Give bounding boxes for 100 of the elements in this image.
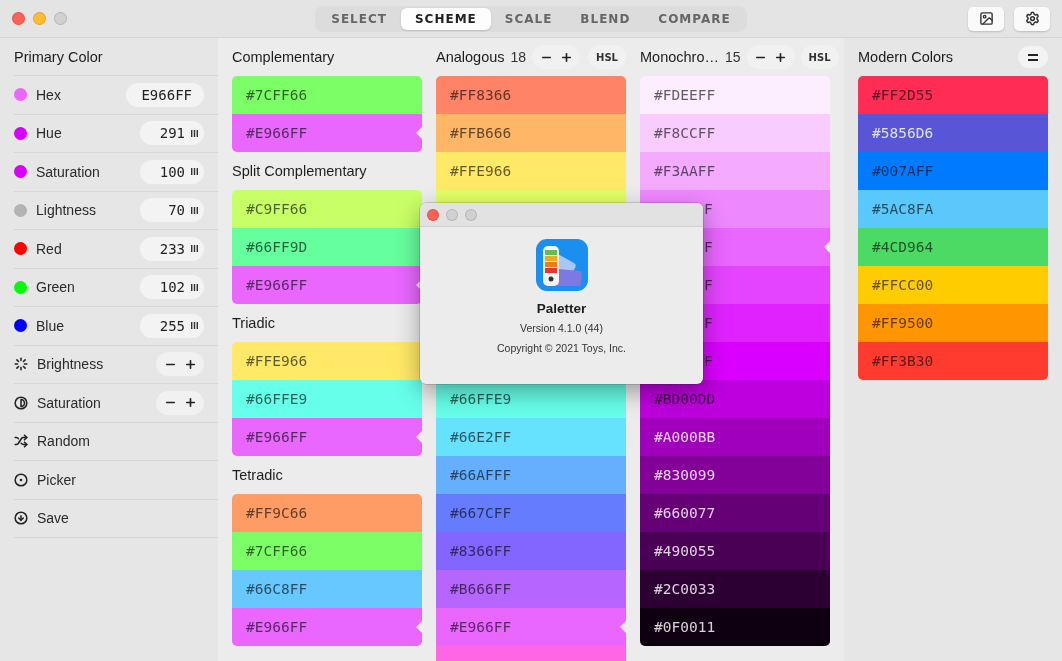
close-button[interactable]	[427, 208, 439, 221]
color-swatch[interactable]: #5AC8FA	[858, 190, 1048, 228]
color-swatch[interactable]: #E966FF	[436, 608, 626, 646]
row-label: Blue	[36, 317, 66, 334]
color-swatch[interactable]: #FFB666	[436, 114, 626, 152]
grip-icon[interactable]	[191, 129, 198, 137]
color-swatch[interactable]: #660077	[640, 494, 830, 532]
color-swatch[interactable]: #4CD964	[858, 228, 1048, 266]
value-field[interactable]: 233	[140, 236, 204, 261]
grip-icon[interactable]	[191, 245, 198, 253]
value-field[interactable]: 255	[140, 313, 204, 338]
mode-button[interactable]: HSL	[800, 45, 839, 69]
row-label[interactable]: Random	[37, 433, 218, 450]
row-label: Brightness	[37, 356, 105, 373]
scheme-title: Monochro…	[640, 49, 719, 65]
panel-title: Modern Colors	[858, 49, 954, 65]
value-field[interactable]: E966FF	[126, 82, 204, 107]
color-swatch[interactable]: #7CFF66	[232, 76, 422, 114]
color-swatch[interactable]: #FF8366	[436, 76, 626, 114]
mode-button[interactable]: HSL	[588, 45, 626, 69]
color-swatch[interactable]: #B666FF	[436, 570, 626, 608]
app-name: Paletter	[536, 301, 587, 316]
color-swatch[interactable]: #007AFF	[858, 152, 1048, 190]
scheme-title: Split Complementary	[232, 163, 367, 179]
color-swatch[interactable]: #8366FF	[436, 532, 626, 570]
value-field[interactable]: 100	[140, 159, 204, 184]
color-swatch[interactable]: #FFE966	[436, 152, 626, 190]
color-swatch[interactable]: #FFE966	[232, 342, 422, 380]
plus-icon	[183, 357, 197, 371]
tab[interactable]: SCHEME	[400, 7, 491, 30]
scheme-title: Tetradic	[232, 467, 283, 483]
color-swatch[interactable]: #FF9C66	[232, 494, 422, 532]
menu-icon	[1028, 53, 1038, 61]
color-swatch[interactable]: #66FF9D	[232, 228, 422, 266]
color-swatch[interactable]: #F8CCFF	[640, 114, 830, 152]
color-swatch[interactable]: #5856D6	[858, 114, 1048, 152]
color-swatch[interactable]: #FF3B30	[858, 342, 1048, 380]
tab[interactable]: SCALE	[490, 7, 567, 30]
contrast-icon	[14, 395, 28, 410]
tab[interactable]: SELECT	[317, 7, 401, 30]
settings-icon	[1024, 11, 1040, 26]
row-label: Saturation	[36, 163, 101, 180]
window-control	[465, 208, 477, 221]
color-swatch[interactable]: #0F0011	[640, 608, 830, 646]
tab[interactable]: BLEND	[566, 7, 645, 30]
color-count: 18	[510, 49, 527, 65]
value-field[interactable]: 291	[140, 121, 204, 146]
color-swatch[interactable]: #F3AAFF	[640, 152, 830, 190]
copyright-text: Copyright © 2021 Toys, Inc.	[497, 342, 626, 354]
grip-icon[interactable]	[191, 322, 198, 330]
color-count: 15	[725, 49, 741, 65]
scheme-title: Complementary	[232, 49, 335, 65]
row-label[interactable]: Save	[37, 510, 218, 527]
value-field[interactable]: 102	[140, 275, 204, 300]
download-icon	[14, 511, 28, 526]
grip-icon[interactable]	[191, 283, 198, 291]
color-swatch[interactable]: #66C8FF	[232, 570, 422, 608]
sidebar-title: Primary Color	[14, 48, 103, 65]
color-swatch[interactable]: #2C0033	[640, 570, 830, 608]
color-swatch[interactable]: #830099	[640, 456, 830, 494]
color-swatch[interactable]: #E966FF	[232, 418, 422, 456]
color-swatch[interactable]: #7CFF66	[232, 532, 422, 570]
color-swatch[interactable]: #667CFF	[436, 494, 626, 532]
color-swatch[interactable]: #FDEEFF	[640, 76, 830, 114]
shuffle-icon	[14, 434, 28, 449]
plus-icon	[774, 50, 788, 64]
color-swatch[interactable]: #FF9500	[858, 304, 1048, 342]
window-control	[446, 208, 458, 221]
color-swatch[interactable]: #A000BB	[640, 418, 830, 456]
settings-button[interactable]	[1014, 6, 1050, 31]
color-swatch[interactable]: #C9FF66	[232, 190, 422, 228]
color-swatch[interactable]: #E966FF	[232, 608, 422, 646]
color-swatch[interactable]: #BD00DD	[640, 380, 830, 418]
row-label: Hue	[36, 125, 63, 142]
image-icon	[978, 11, 994, 26]
row-label: Red	[36, 240, 63, 257]
color-swatch[interactable]: #FF2D55	[858, 76, 1048, 114]
row-label: Saturation	[37, 394, 102, 411]
plus-icon	[559, 50, 573, 64]
color-swatch[interactable]: #490055	[640, 532, 830, 570]
color-swatch[interactable]: #E966FF	[232, 114, 422, 152]
menu-button[interactable]	[1018, 46, 1048, 68]
grip-icon[interactable]	[191, 206, 198, 214]
color-swatch[interactable]: #FFCC00	[858, 266, 1048, 304]
scheme-title: Triadic	[232, 315, 275, 331]
image-button[interactable]	[968, 6, 1004, 31]
tab[interactable]: COMPARE	[644, 7, 745, 30]
color-swatch[interactable]: #E966FF	[232, 266, 422, 304]
grip-icon[interactable]	[191, 168, 198, 176]
version-text: Version 4.1.0 (44)	[520, 322, 603, 334]
color-swatch[interactable]: #66FFE9	[232, 380, 422, 418]
color-swatch[interactable]: #66AFFF	[436, 456, 626, 494]
row-label[interactable]: Picker	[37, 471, 218, 488]
target-icon	[14, 472, 28, 487]
plus-icon	[183, 396, 197, 410]
row-label: Lightness	[36, 202, 97, 219]
value-field[interactable]: 70	[140, 198, 204, 223]
color-swatch[interactable]: #66E2FF	[436, 418, 626, 456]
close-button[interactable]	[12, 12, 25, 25]
scheme-title: Analogous	[436, 49, 505, 65]
